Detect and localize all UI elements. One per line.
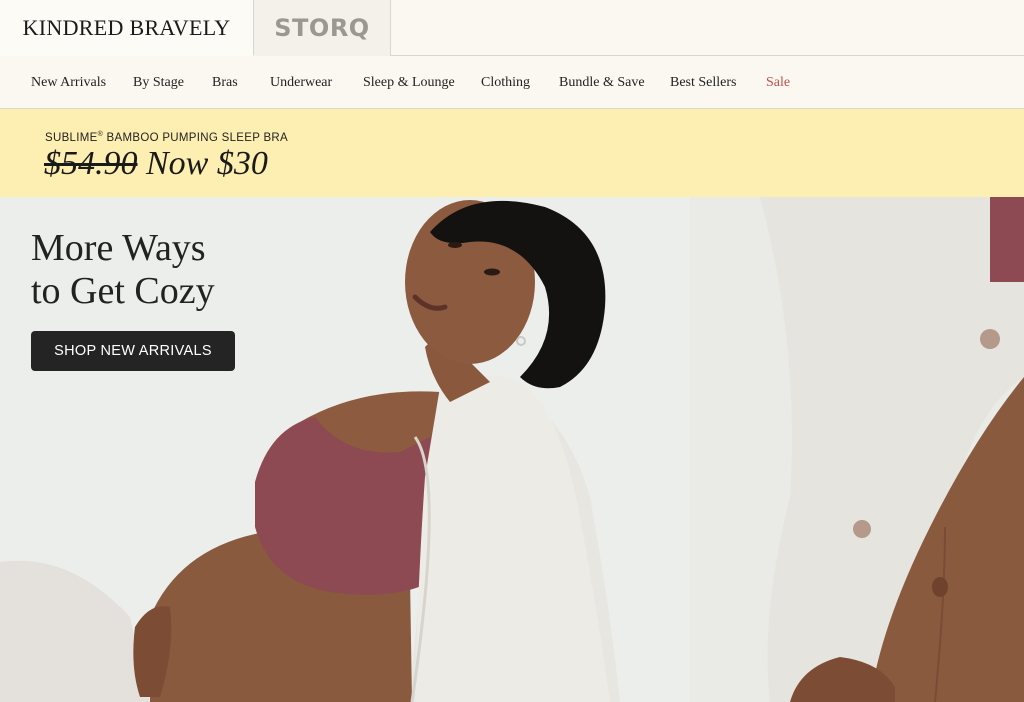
nav-new-arrivals[interactable]: New Arrivals — [31, 56, 106, 109]
storq-logo: STORQ — [274, 14, 370, 42]
hero-banner: More Ways to Get Cozy SHOP NEW ARRIVALS — [0, 197, 1024, 702]
promo-price: $54.90 Now $30 — [44, 145, 268, 183]
shop-new-arrivals-button[interactable]: SHOP NEW ARRIVALS — [31, 331, 235, 371]
nav-clothing[interactable]: Clothing — [481, 56, 530, 109]
nav-bras[interactable]: Bras — [212, 56, 238, 109]
nav-sleep-lounge[interactable]: Sleep & Lounge — [363, 56, 455, 109]
nav-sale[interactable]: Sale — [766, 56, 790, 109]
brand-tab-storq[interactable]: STORQ — [254, 0, 391, 56]
nav-best-sellers[interactable]: Best Sellers — [670, 56, 737, 109]
promo-product-name: SUBLIME® BAMBOO PUMPING SLEEP BRA — [45, 131, 289, 144]
nav-underwear[interactable]: Underwear — [270, 56, 332, 109]
new-price: Now $30 — [137, 145, 268, 182]
kindred-bravely-logo: KINDRED BRAVELY — [22, 14, 231, 40]
main-nav: New Arrivals By Stage Bras Underwear Sle… — [0, 56, 1024, 109]
nav-by-stage[interactable]: By Stage — [133, 56, 184, 109]
nav-bundle-save[interactable]: Bundle & Save — [559, 56, 645, 109]
old-price: $54.90 — [44, 145, 138, 182]
brand-tab-kindred-bravely[interactable]: KINDRED BRAVELY — [0, 0, 254, 56]
brand-bar: KINDRED BRAVELY STORQ — [0, 0, 1024, 56]
hero-title: More Ways to Get Cozy — [31, 227, 215, 312]
promo-banner[interactable]: SUBLIME® BAMBOO PUMPING SLEEP BRA $54.90… — [0, 109, 1024, 197]
